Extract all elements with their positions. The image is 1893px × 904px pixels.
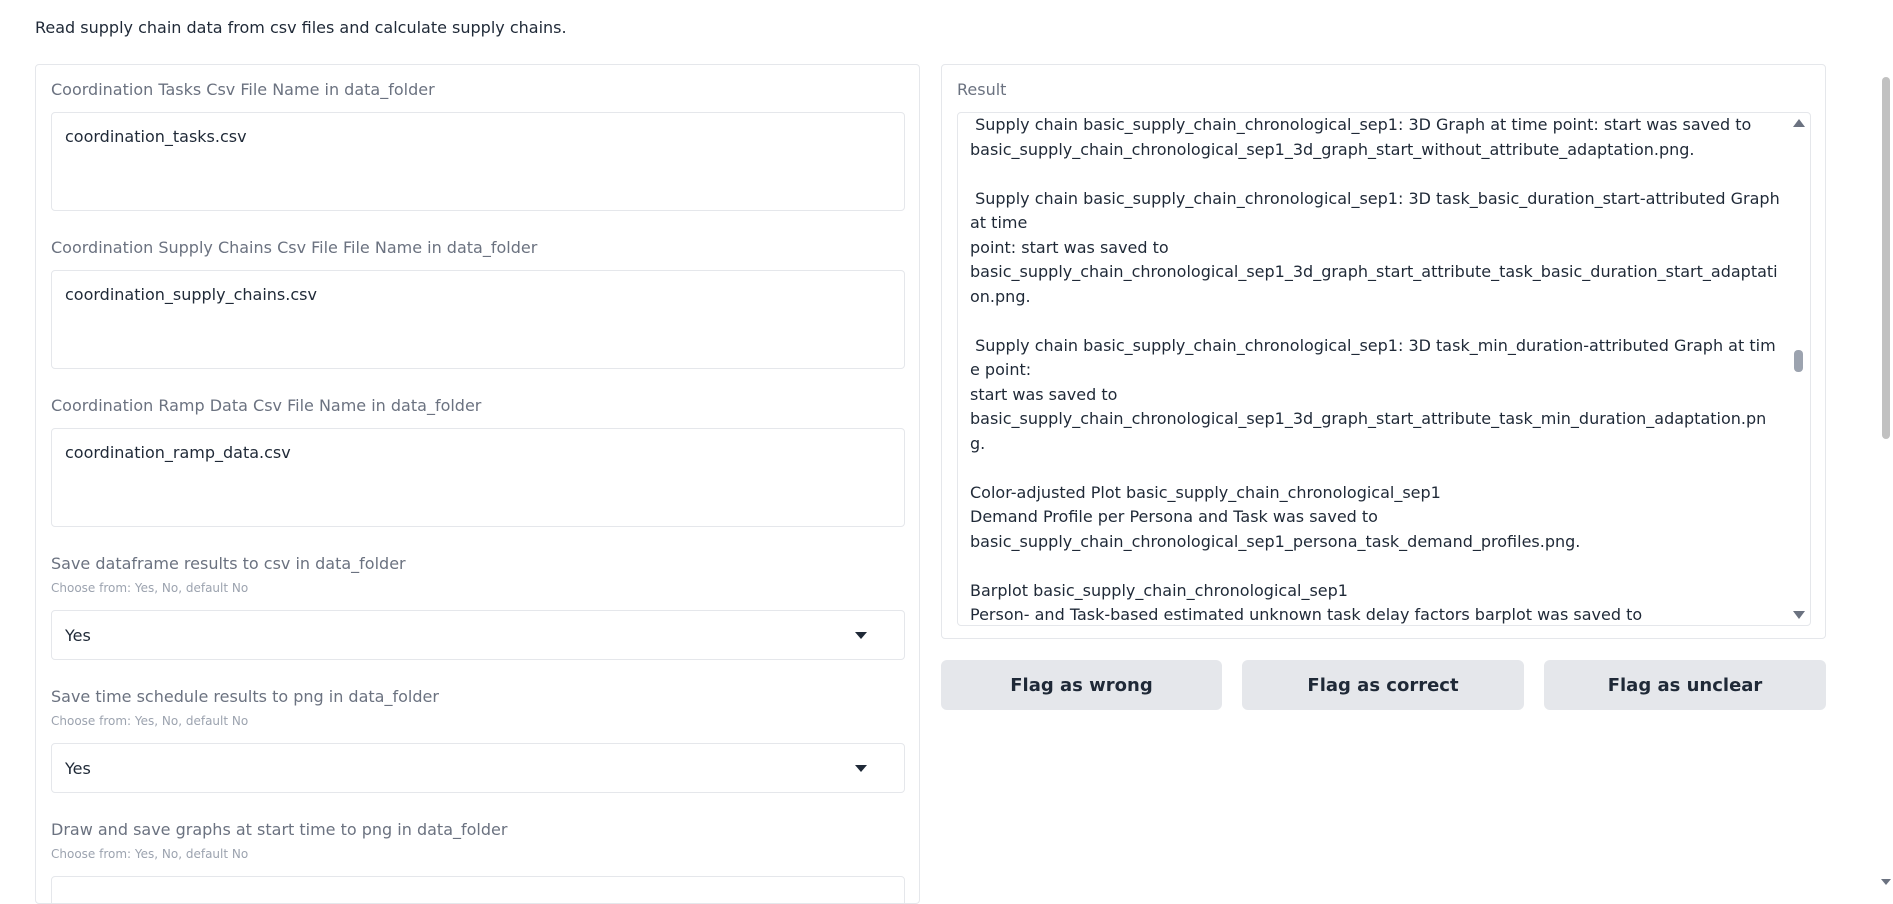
result-panel: Result Supply chain basic_supply_chain_c… [941, 64, 1826, 639]
result-label: Result [957, 80, 1007, 99]
result-output[interactable]: Supply chain basic_supply_chain_chronolo… [957, 112, 1811, 626]
chevron-down-icon [855, 764, 867, 772]
save-schedule-dropdown[interactable]: Yes [51, 743, 905, 793]
draw-graphs-dropdown[interactable] [51, 876, 905, 903]
app-description: Read supply chain data from csv files an… [35, 18, 567, 37]
supply-chains-file-label: Coordination Supply Chains Csv File File… [51, 238, 538, 257]
tasks-file-input[interactable]: coordination_tasks.csv [51, 112, 905, 211]
page-scrollbar[interactable] [1879, 0, 1893, 887]
ramp-file-input[interactable]: coordination_ramp_data.csv [51, 428, 905, 527]
draw-graphs-field: Draw and save graphs at start time to pn… [51, 820, 905, 903]
save-schedule-info: Choose from: Yes, No, default No [51, 714, 249, 728]
save-csv-dropdown[interactable]: Yes [51, 610, 905, 660]
ramp-file-label: Coordination Ramp Data Csv File Name in … [51, 396, 482, 415]
save-csv-field: Save dataframe results to csv in data_fo… [51, 554, 905, 660]
save-csv-label: Save dataframe results to csv in data_fo… [51, 554, 406, 573]
flag-wrong-button[interactable]: Flag as wrong [941, 660, 1222, 710]
ramp-file-field: Coordination Ramp Data Csv File Name in … [51, 396, 905, 527]
page-scrollbar-thumb[interactable] [1882, 77, 1890, 439]
scrollbar-thumb[interactable] [1794, 350, 1803, 372]
scroll-up-icon[interactable] [1793, 119, 1805, 127]
flag-correct-button[interactable]: Flag as correct [1242, 660, 1524, 710]
result-text: Supply chain basic_supply_chain_chronolo… [970, 115, 1780, 624]
draw-graphs-label: Draw and save graphs at start time to pn… [51, 820, 508, 839]
save-schedule-label: Save time schedule results to png in dat… [51, 687, 439, 706]
save-csv-value: Yes [65, 625, 91, 645]
scroll-down-icon[interactable] [1793, 611, 1805, 619]
chevron-down-icon [855, 631, 867, 639]
supply-chains-file-input[interactable]: coordination_supply_chains.csv [51, 270, 905, 369]
save-csv-info: Choose from: Yes, No, default No [51, 581, 249, 595]
tasks-file-label: Coordination Tasks Csv File Name in data… [51, 80, 435, 99]
draw-graphs-info: Choose from: Yes, No, default No [51, 847, 249, 861]
result-scrollbar[interactable] [1788, 113, 1810, 625]
supply-chains-file-field: Coordination Supply Chains Csv File File… [51, 238, 905, 369]
scroll-down-icon[interactable] [1881, 879, 1891, 885]
input-panel: Coordination Tasks Csv File Name in data… [35, 64, 920, 904]
save-schedule-value: Yes [65, 758, 91, 778]
tasks-file-field: Coordination Tasks Csv File Name in data… [51, 80, 905, 211]
save-schedule-field: Save time schedule results to png in dat… [51, 687, 905, 793]
flag-unclear-button[interactable]: Flag as unclear [1544, 660, 1826, 710]
